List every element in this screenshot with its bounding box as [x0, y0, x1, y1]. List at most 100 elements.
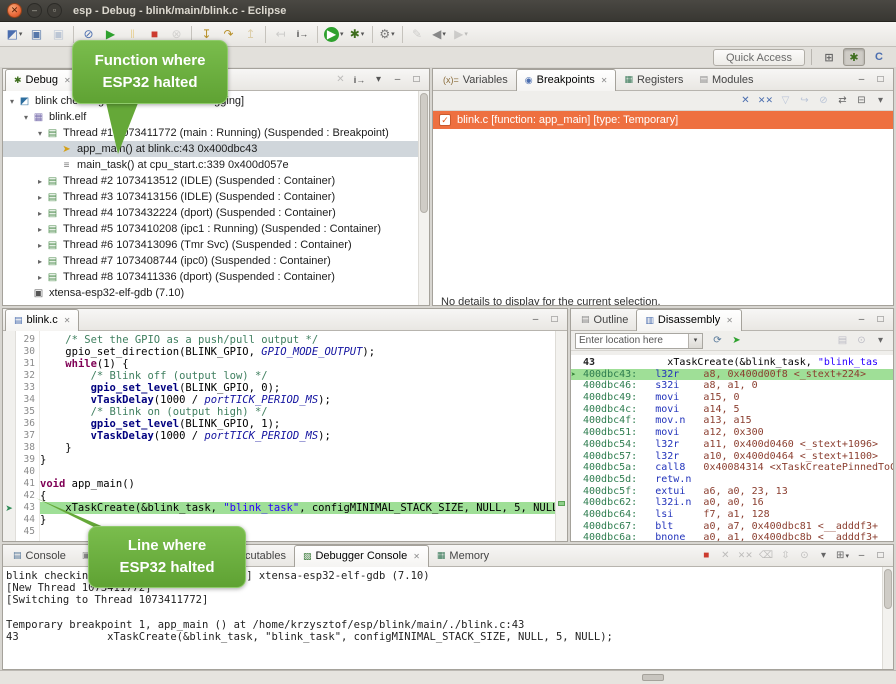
expander-icon[interactable]: ▾	[21, 113, 31, 122]
debug-tree-item[interactable]: ≡main_task() at cpu_start.c:339 0x400d05…	[3, 157, 418, 173]
debug-tree-item[interactable]: ▸▤Thread #4 1073432224 (dport) (Suspende…	[3, 205, 418, 221]
code-line-35[interactable]: /* Blink on (output high) */	[40, 406, 555, 418]
maximize-view-icon[interactable]: □	[546, 311, 563, 329]
debug-icon[interactable]: ✱▾	[347, 24, 368, 45]
debug-tree-item[interactable]: ▸▤Thread #3 1073413156 (IDLE) (Suspended…	[3, 189, 418, 205]
tab-disassembly-close-icon[interactable]: ✕	[726, 316, 733, 325]
maximize-view-icon[interactable]: □	[408, 71, 425, 89]
ruler-row[interactable]	[3, 478, 15, 490]
tab-debugger-console-close-icon[interactable]: ✕	[413, 552, 420, 561]
debug-tree-item[interactable]: ▾▤Thread #1 1073411772 (main : Running) …	[3, 125, 418, 141]
location-input[interactable]: Enter location here ▾	[575, 333, 703, 349]
expander-icon[interactable]: ▸	[35, 241, 45, 250]
disassembly-line[interactable]: 400dbc5f: extui a6, a0, 23, 13	[571, 486, 893, 498]
collapse-all-icon[interactable]: ⊟	[853, 92, 870, 109]
expander-icon[interactable]: ▸	[35, 257, 45, 266]
tab-breakpoints[interactable]: ◉Breakpoints✕	[516, 69, 617, 91]
debug-tree-item[interactable]: ▾▦blink.elf	[3, 109, 418, 125]
external-tools-icon[interactable]: ⚙▾	[377, 24, 398, 45]
expander-icon[interactable]: ▸	[35, 273, 45, 282]
code-line-36[interactable]: gpio_set_level(BLINK_GPIO, 1);	[40, 418, 555, 430]
debug-scrollbar[interactable]	[418, 91, 429, 305]
disassembly-content[interactable]: 43 xTaskCreate(&blink_task, "blink_tas➤4…	[571, 355, 893, 541]
debug-tree-item[interactable]: ▸▤Thread #8 1073411336 (dport) (Suspende…	[3, 269, 418, 285]
minimize-view-icon[interactable]: –	[853, 311, 870, 329]
ruler-row[interactable]	[3, 346, 15, 358]
tab-memory[interactable]: ▦Memory	[429, 545, 497, 567]
cpp-perspective-button[interactable]: C	[868, 48, 890, 66]
expander-icon[interactable]: ▾	[7, 97, 17, 106]
sash-handle[interactable]	[642, 674, 664, 681]
code-line-41[interactable]: void app_main()	[40, 478, 555, 490]
minimize-view-icon[interactable]: –	[389, 71, 406, 89]
code-line-37[interactable]: vTaskDelay(1000 / portTICK_PERIOD_MS);	[40, 430, 555, 442]
expander-icon[interactable]: ▸	[35, 177, 45, 186]
jump-to-pc-icon[interactable]: ➤	[728, 332, 745, 349]
debug-tree-item[interactable]: ▸▤Thread #5 1073410208 (ipc1 : Running) …	[3, 221, 418, 237]
disassembly-line[interactable]: 400dbc5a: call8 0x40084314 <xTaskCreateP…	[571, 462, 893, 474]
ruler-row[interactable]	[3, 526, 15, 538]
tab-blink-c[interactable]: ▤blink.c✕	[5, 309, 79, 331]
tab-outline[interactable]: ▤Outline	[573, 309, 636, 331]
tab-blink-c-close-icon[interactable]: ✕	[64, 316, 71, 325]
breakpoints-view-menu-icon[interactable]: ▾	[872, 92, 889, 109]
debug-tree[interactable]: ▾◩blink checking [GDB Hardware Debugging…	[3, 91, 418, 305]
disassembly-line[interactable]: 400dbc49: movi a15, 0	[571, 392, 893, 404]
ruler-row[interactable]	[3, 466, 15, 478]
disassembly-line[interactable]: 400dbc6a: bnone a0, a1, 0x400dbc8b <__ad…	[571, 532, 893, 541]
disassembly-line[interactable]: 400dbc4c: movi a14, 5	[571, 404, 893, 416]
code-line-34[interactable]: vTaskDelay(1000 / portTICK_PERIOD_MS);	[40, 394, 555, 406]
expander-icon[interactable]: ▾	[35, 129, 45, 138]
tab-debug-close-icon[interactable]: ✕	[64, 76, 71, 85]
open-console-icon[interactable]: ⊞▾	[834, 547, 851, 565]
breakpoint-checkbox[interactable]: ✓	[439, 114, 451, 126]
ruler-row[interactable]	[3, 406, 15, 418]
disassembly-line[interactable]: 400dbc64: lsi f7, a1, 128	[571, 509, 893, 521]
ruler-row[interactable]	[3, 442, 15, 454]
disassembly-line[interactable]: 400dbc67: blt a0, a7, 0x400dbc81 <__addd…	[571, 521, 893, 533]
code-line-32[interactable]: /* Blink off (output low) */	[40, 370, 555, 382]
debug-tree-item[interactable]: ▣xtensa-esp32-elf-gdb (7.10)	[3, 285, 418, 301]
ruler-row[interactable]	[3, 514, 15, 526]
window-close-button[interactable]: ✕	[7, 3, 22, 18]
code-line-38[interactable]: }	[40, 442, 555, 454]
ruler-row[interactable]: ➤	[3, 502, 15, 514]
remove-all-breakpoints-icon[interactable]: ✕✕	[756, 92, 775, 109]
maximize-view-icon[interactable]: □	[872, 547, 889, 565]
tab-debugger-console[interactable]: ▧Debugger Console✕	[294, 545, 429, 567]
editor-overview-ruler[interactable]	[555, 331, 567, 541]
ruler-row[interactable]	[3, 490, 15, 502]
disassembly-view-menu-icon[interactable]: ▾	[872, 332, 889, 349]
tab-disassembly[interactable]: ▥Disassembly✕	[636, 309, 742, 331]
editor-breakpoint-ruler[interactable]: ➤	[3, 331, 16, 541]
code-line-29[interactable]: /* Set the GPIO as a push/pull output */	[40, 334, 555, 346]
minimize-view-icon[interactable]: –	[853, 547, 870, 565]
ruler-row[interactable]	[3, 334, 15, 346]
ruler-row[interactable]	[3, 370, 15, 382]
disassembly-line[interactable]: 400dbc4f: mov.n a13, a15	[571, 415, 893, 427]
save-icon[interactable]: ▣	[26, 24, 47, 45]
code-line-33[interactable]: gpio_set_level(BLINK_GPIO, 0);	[40, 382, 555, 394]
expander-icon[interactable]: ▸	[35, 209, 45, 218]
breakpoints-list[interactable]: ✓ blink.c [function: app_main] [type: Te…	[433, 111, 893, 305]
code-line-31[interactable]: while(1) {	[40, 358, 555, 370]
debug-tree-item[interactable]: ▸▤Thread #6 1073413096 (Tmr Svc) (Suspen…	[3, 237, 418, 253]
ruler-row[interactable]	[3, 382, 15, 394]
code-line-30[interactable]: gpio_set_direction(BLINK_GPIO, GPIO_MODE…	[40, 346, 555, 358]
disassembly-line[interactable]: 400dbc57: l32r a10, 0x400d0464 <_stext+1…	[571, 451, 893, 463]
new-wizard-icon[interactable]: ◩▾	[4, 24, 25, 45]
disassembly-source-line[interactable]: 43 xTaskCreate(&blink_task, "blink_tas	[571, 357, 893, 369]
instruction-stepping-icon[interactable]: i→	[292, 24, 313, 45]
minimize-view-icon[interactable]: –	[527, 311, 544, 329]
maximize-view-icon[interactable]: □	[872, 311, 889, 329]
expander-icon[interactable]: ▸	[35, 225, 45, 234]
ruler-row[interactable]	[3, 394, 15, 406]
expander-icon[interactable]: ▸	[35, 193, 45, 202]
instruction-stepping-mode-icon[interactable]: i→	[351, 71, 368, 89]
back-icon[interactable]: ◀▾	[429, 24, 450, 45]
ruler-row[interactable]	[3, 358, 15, 370]
window-minimize-button[interactable]: –	[27, 3, 42, 18]
ruler-row[interactable]	[3, 454, 15, 466]
maximize-view-icon[interactable]: □	[872, 71, 889, 89]
refresh-icon[interactable]: ⟳	[709, 332, 726, 349]
